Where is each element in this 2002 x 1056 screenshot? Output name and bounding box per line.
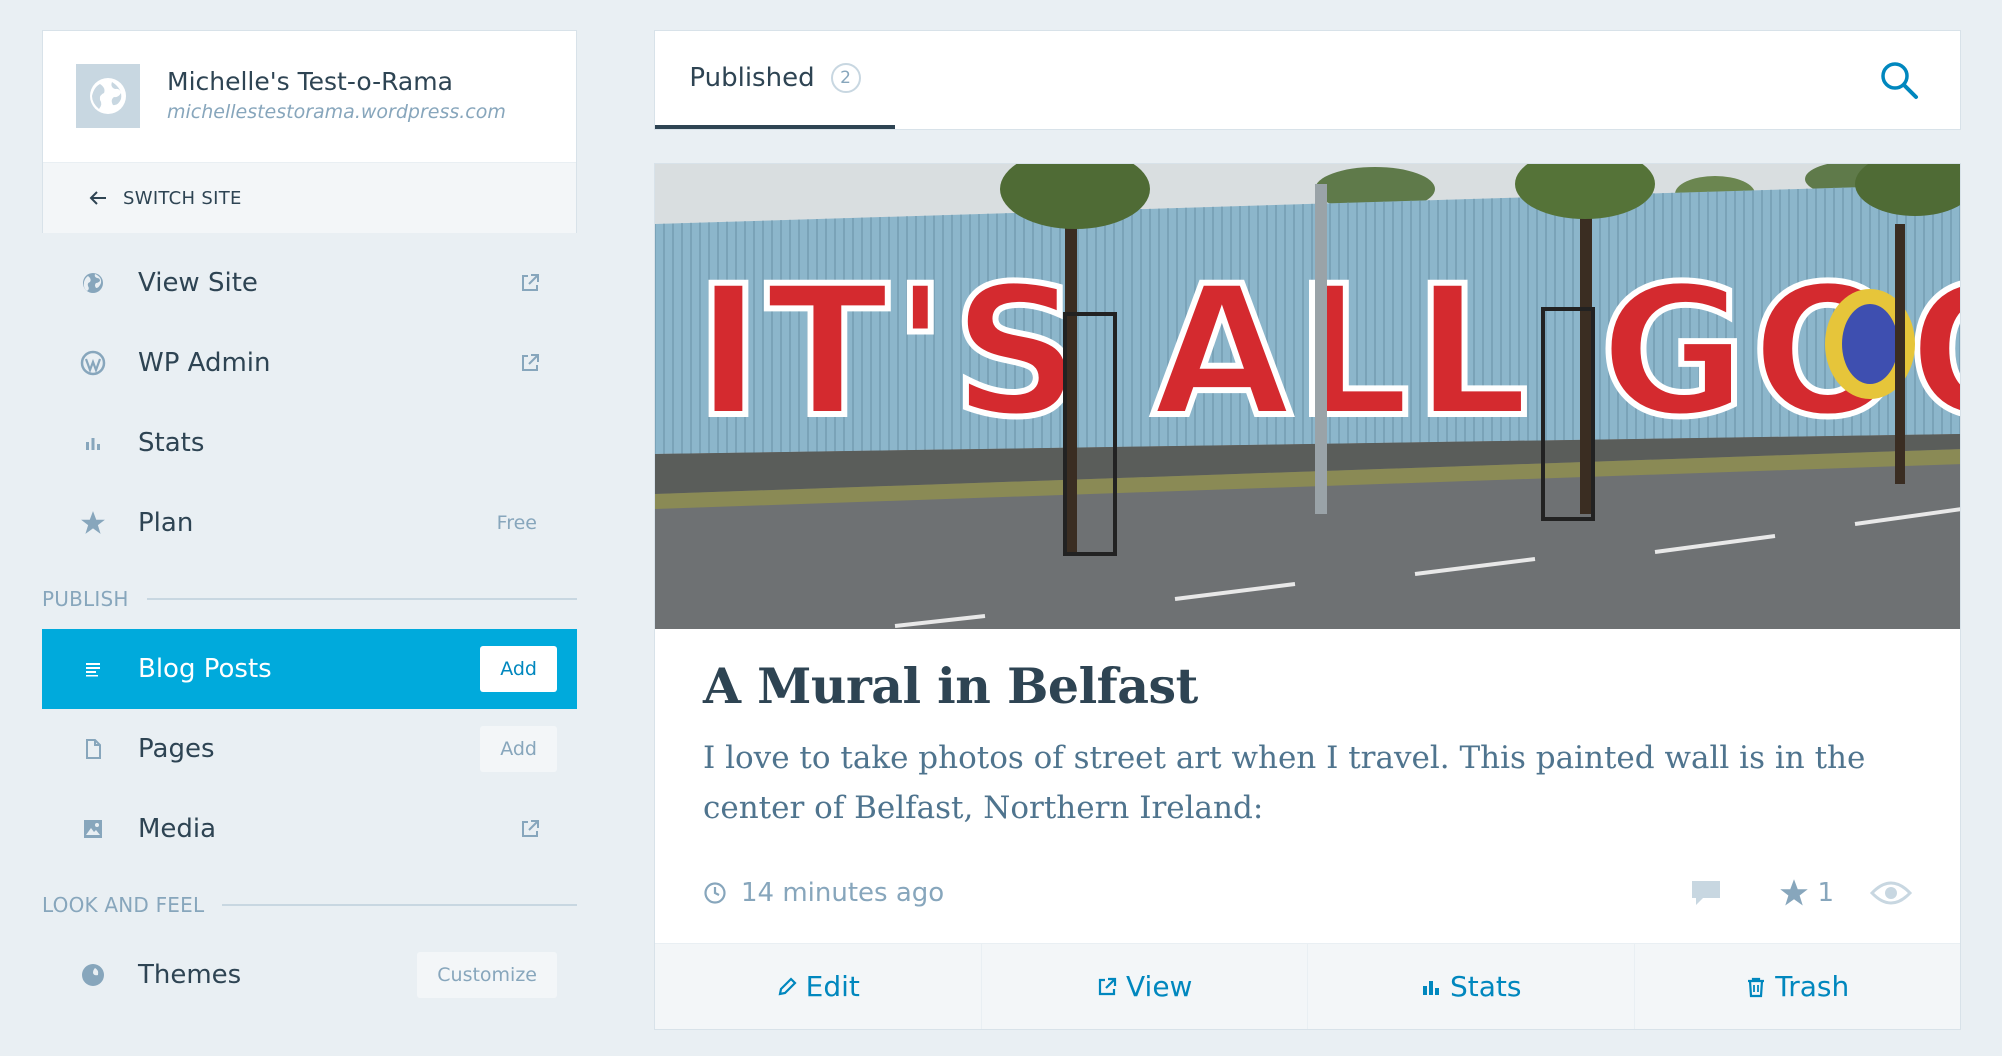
stats-icon — [80, 430, 106, 456]
current-site-card: Michelle's Test-o-Rama michellestestoram… — [42, 30, 577, 233]
post-filter-tabs: Published 2 — [654, 30, 1961, 130]
sidebar-item-blog-posts[interactable]: Blog Posts Add — [42, 629, 577, 709]
stats-label: Stats — [1450, 970, 1522, 1003]
sidebar-item-view-site[interactable]: View Site — [42, 243, 577, 323]
sidebar-item-media[interactable]: Media — [42, 789, 577, 869]
sidebar-item-label: Media — [138, 814, 217, 844]
sidebar-item-plan[interactable]: Plan Free — [42, 483, 577, 563]
sidebar-item-themes[interactable]: Themes Customize — [42, 935, 577, 1015]
sidebar: Michelle's Test-o-Rama michellestestoram… — [42, 30, 577, 1015]
site-url: michellestestorama.wordpress.com — [167, 101, 506, 123]
tab-published[interactable]: Published 2 — [655, 31, 895, 129]
add-post-button[interactable]: Add — [480, 646, 557, 692]
sidebar-item-label: Plan — [138, 508, 194, 538]
sidebar-item-label: Stats — [138, 428, 205, 458]
sidebar-item-label: WP Admin — [138, 348, 271, 378]
section-heading-publish: PUBLISH — [42, 569, 577, 629]
like-star-icon[interactable] — [1779, 878, 1809, 908]
external-link-icon — [1098, 977, 1117, 995]
themes-icon — [80, 962, 106, 988]
plan-badge: Free — [496, 512, 537, 534]
eye-icon[interactable] — [1870, 878, 1912, 908]
stats-button[interactable]: Stats — [1308, 944, 1635, 1029]
switch-site-button[interactable]: SWITCH SITE — [43, 163, 576, 233]
page-icon — [80, 736, 106, 762]
star-icon — [80, 510, 106, 536]
edit-label: Edit — [805, 970, 860, 1003]
arrow-left-icon — [89, 191, 106, 205]
pencil-icon — [778, 976, 797, 995]
post-featured-image[interactable]: IT'S ALL GOOD — [655, 164, 1960, 629]
site-menu: View Site WP Admin Stats Plan Free PUBLI… — [42, 243, 577, 1015]
posts-icon — [80, 656, 106, 682]
sidebar-item-pages[interactable]: Pages Add — [42, 709, 577, 789]
external-link-icon — [522, 354, 539, 371]
globe-icon — [80, 270, 106, 296]
divider — [146, 598, 577, 600]
site-info[interactable]: Michelle's Test-o-Rama michellestestoram… — [43, 31, 576, 163]
post-excerpt: I love to take photos of street art when… — [703, 740, 1866, 826]
customize-button[interactable]: Customize — [417, 952, 557, 998]
comment-icon[interactable] — [1689, 878, 1723, 908]
wordpress-icon — [80, 350, 106, 376]
view-button[interactable]: View — [982, 944, 1308, 1029]
external-link-icon — [522, 274, 539, 291]
sidebar-item-stats[interactable]: Stats — [42, 403, 577, 483]
add-page-button[interactable]: Add — [480, 726, 557, 772]
section-heading-look-and-feel: LOOK AND FEEL — [42, 875, 577, 935]
stats-icon — [1423, 980, 1439, 995]
mural-text: IT'S ALL GOOD — [695, 248, 1960, 457]
clock-icon — [704, 882, 726, 904]
view-label: View — [1126, 970, 1193, 1003]
sidebar-item-label: Themes — [138, 960, 242, 990]
sidebar-item-label: View Site — [138, 268, 258, 298]
sidebar-item-wp-admin[interactable]: WP Admin — [42, 323, 577, 403]
post-meta-actions: 1 — [1689, 873, 1912, 913]
site-globe-icon — [76, 64, 140, 128]
site-title: Michelle's Test-o-Rama — [167, 67, 453, 96]
external-link-icon — [522, 820, 539, 837]
divider — [222, 904, 577, 906]
post-body: A Mural in Belfast I love to take photos… — [655, 629, 1960, 913]
search-icon[interactable] — [1878, 59, 1920, 101]
switch-site-label: SWITCH SITE — [123, 187, 242, 209]
edit-button[interactable]: Edit — [655, 944, 982, 1029]
trash-label: Trash — [1775, 970, 1850, 1003]
section-heading-label: LOOK AND FEEL — [42, 893, 205, 917]
post-meta: 14 minutes ago 1 — [703, 873, 1912, 913]
mural-photo: IT'S ALL GOOD — [655, 164, 1960, 629]
trash-icon — [1748, 977, 1765, 997]
sidebar-item-label: Blog Posts — [138, 654, 272, 684]
post-title[interactable]: A Mural in Belfast — [703, 657, 1912, 715]
post-card: IT'S ALL GOOD A Mural in Belfast I love … — [654, 163, 1961, 1030]
post-actions-bar: Edit View Stats Trash — [655, 943, 1960, 1029]
like-count: 1 — [1817, 878, 1834, 908]
sidebar-item-label: Pages — [138, 734, 215, 764]
section-heading-label: PUBLISH — [42, 587, 129, 611]
image-icon — [80, 816, 106, 842]
tab-label: Published — [689, 63, 815, 93]
post-time[interactable]: 14 minutes ago — [741, 878, 944, 908]
tab-count-badge: 2 — [830, 63, 861, 93]
trash-button[interactable]: Trash — [1635, 944, 1961, 1029]
